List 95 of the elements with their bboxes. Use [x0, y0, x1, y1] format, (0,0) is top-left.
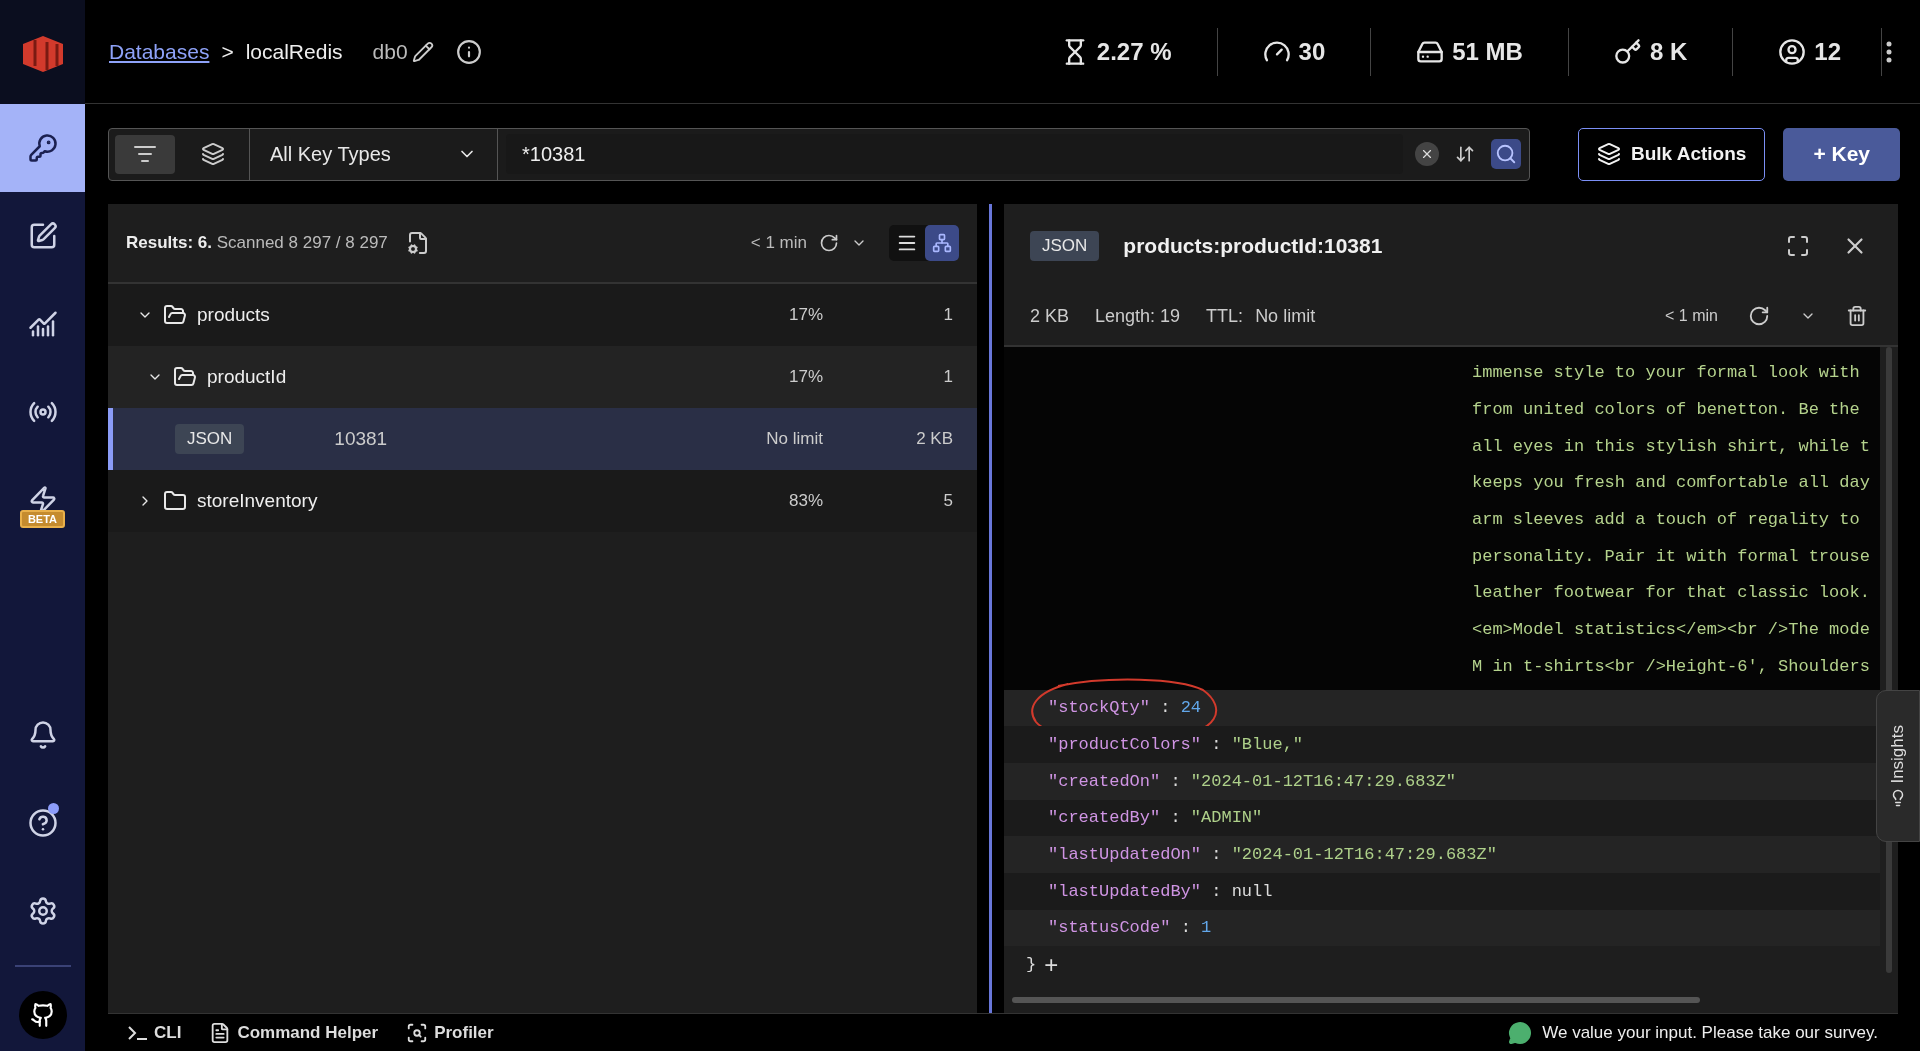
- type-tag: JSON: [1030, 230, 1100, 261]
- folder-name: products: [197, 304, 271, 326]
- tree-view-button[interactable]: [925, 225, 959, 261]
- json-string-line: leather footwear for that classic look.: [1472, 582, 1871, 605]
- settings-icon: [27, 896, 58, 926]
- databases-link[interactable]: Databases: [109, 39, 210, 64]
- footer-tool-button[interactable]: CLI: [128, 1022, 182, 1043]
- folder-row[interactable]: storeInventory 83% 5: [108, 470, 977, 532]
- profiler-icon: [406, 1021, 429, 1044]
- json-string-line: from united colors of benetton. Be the: [1472, 399, 1861, 421]
- stat-value: 2.27 %: [1096, 37, 1172, 66]
- count-text: 1: [942, 367, 953, 387]
- json-field: "stockQty" : 24: [1048, 698, 1202, 718]
- db-index: db0: [372, 39, 408, 64]
- key-name: 10381: [334, 428, 389, 450]
- key-icon: [27, 133, 58, 163]
- json-string-line: all eyes in this stylish shirt, while t: [1472, 435, 1871, 458]
- refresh-time: < 1 min: [1665, 307, 1718, 326]
- tree-icon: [932, 233, 952, 253]
- folder-icon: [173, 365, 197, 389]
- key-type-select[interactable]: All Key Types: [250, 128, 498, 180]
- ttl-text: No limit: [765, 429, 823, 449]
- count-text: 1: [942, 305, 953, 325]
- length-text: Length: 19: [1095, 305, 1181, 327]
- count-text: 5: [942, 491, 953, 511]
- json-closing-brace: }: [1026, 955, 1037, 975]
- add-key-button[interactable]: + Key: [1783, 127, 1900, 181]
- json-string-line: arm sleeves add a touch of regality to: [1472, 509, 1861, 532]
- pencil-icon: [411, 40, 434, 63]
- size-text: 2 KB: [1030, 305, 1070, 327]
- search-icon: [1494, 143, 1517, 165]
- help-icon: [27, 808, 58, 838]
- survey-link[interactable]: We value your input. Please take our survey.: [1508, 1020, 1878, 1045]
- refresh-icon: [1748, 305, 1770, 328]
- json-field: "statusCode" : 1: [1048, 918, 1212, 938]
- ttl-value: No limit: [1255, 305, 1316, 327]
- add-field-button[interactable]: +: [1044, 950, 1059, 979]
- trash-icon: [1846, 305, 1868, 328]
- key-row[interactable]: JSON 10381 No limit 2 KB: [108, 408, 977, 470]
- folder-name: storeInventory: [197, 490, 319, 512]
- json-string-line: M in t-shirts<br />Height-6', Shoulders: [1472, 655, 1871, 678]
- json-field: "productColors" : "Blue,": [1048, 735, 1304, 755]
- results-summary: Results: 6. Scanned 8 297 / 8 297: [126, 233, 388, 253]
- key-icon: [1613, 37, 1642, 66]
- sort-icon: [1454, 144, 1475, 164]
- size-text: 2 KB: [915, 429, 953, 449]
- key-title: products:productId:10381: [1123, 233, 1384, 258]
- json-string-line: <em>Model statistics</em><br />The mode: [1472, 619, 1871, 642]
- clear-button[interactable]: [1414, 142, 1439, 166]
- nav-item[interactable]: [0, 104, 85, 192]
- json-field: "lastUpdatedBy" : null: [1048, 881, 1273, 901]
- folder-icon: [163, 303, 187, 327]
- folder-row[interactable]: productId 17% 1: [108, 346, 977, 408]
- refresh-icon: [819, 233, 839, 253]
- layers-icon: [201, 142, 225, 166]
- horizontal-scrollbar[interactable]: [1012, 997, 1700, 1003]
- percent-text: 83%: [787, 491, 823, 511]
- insights-tab[interactable]: Insights: [1876, 690, 1920, 842]
- fullscreen-icon: [1786, 233, 1810, 258]
- folder-icon: [163, 489, 187, 513]
- file-settings-icon: [405, 231, 430, 255]
- footer-tool-button[interactable]: Command Helper: [209, 1021, 379, 1044]
- json-field: "createdBy" : "ADMIN": [1048, 808, 1263, 828]
- github-link[interactable]: [18, 991, 67, 1039]
- json-string-line: personality. Pair it with formal trouse: [1472, 545, 1871, 568]
- stat-value: 51 MB: [1452, 37, 1523, 66]
- folder-row[interactable]: products 17% 1: [108, 284, 977, 346]
- terminal-icon: [128, 1025, 148, 1040]
- chat-icon: [1508, 1020, 1533, 1045]
- stat-value: 12: [1814, 37, 1841, 66]
- database-name: localRedis: [245, 39, 343, 64]
- type-tag: JSON: [175, 424, 245, 454]
- bulk-actions-button[interactable]: Bulk Actions: [1577, 127, 1766, 181]
- json-string-line: keeps you fresh and comfortable all day: [1472, 472, 1871, 495]
- breadcrumb-separator: >: [221, 39, 234, 64]
- github-icon: [29, 1002, 56, 1028]
- json-string-line: immense style to your formal look with: [1472, 362, 1861, 385]
- stat-value: 8 K: [1649, 37, 1688, 66]
- search-mode-button[interactable]: [115, 134, 175, 174]
- chart-icon: [27, 309, 58, 339]
- user-icon: [1778, 37, 1807, 66]
- search-button[interactable]: [1490, 139, 1521, 169]
- more-icon: [1886, 40, 1892, 63]
- folder-name: productId: [207, 366, 288, 388]
- layers-icon: [1596, 142, 1621, 166]
- beta-badge: BETA: [19, 510, 66, 528]
- refresh-time: < 1 min: [750, 233, 807, 253]
- ttl-label: TTL:: [1206, 305, 1244, 327]
- pattern-input[interactable]: *10381: [506, 134, 1403, 174]
- search-bar[interactable]: All Key Types *10381: [108, 127, 1530, 181]
- stat-value: 30: [1298, 37, 1326, 66]
- percent-text: 17%: [787, 305, 823, 325]
- percent-text: 17%: [787, 367, 823, 387]
- footer-tool-button[interactable]: Profiler: [406, 1021, 494, 1044]
- info-icon: [455, 38, 482, 65]
